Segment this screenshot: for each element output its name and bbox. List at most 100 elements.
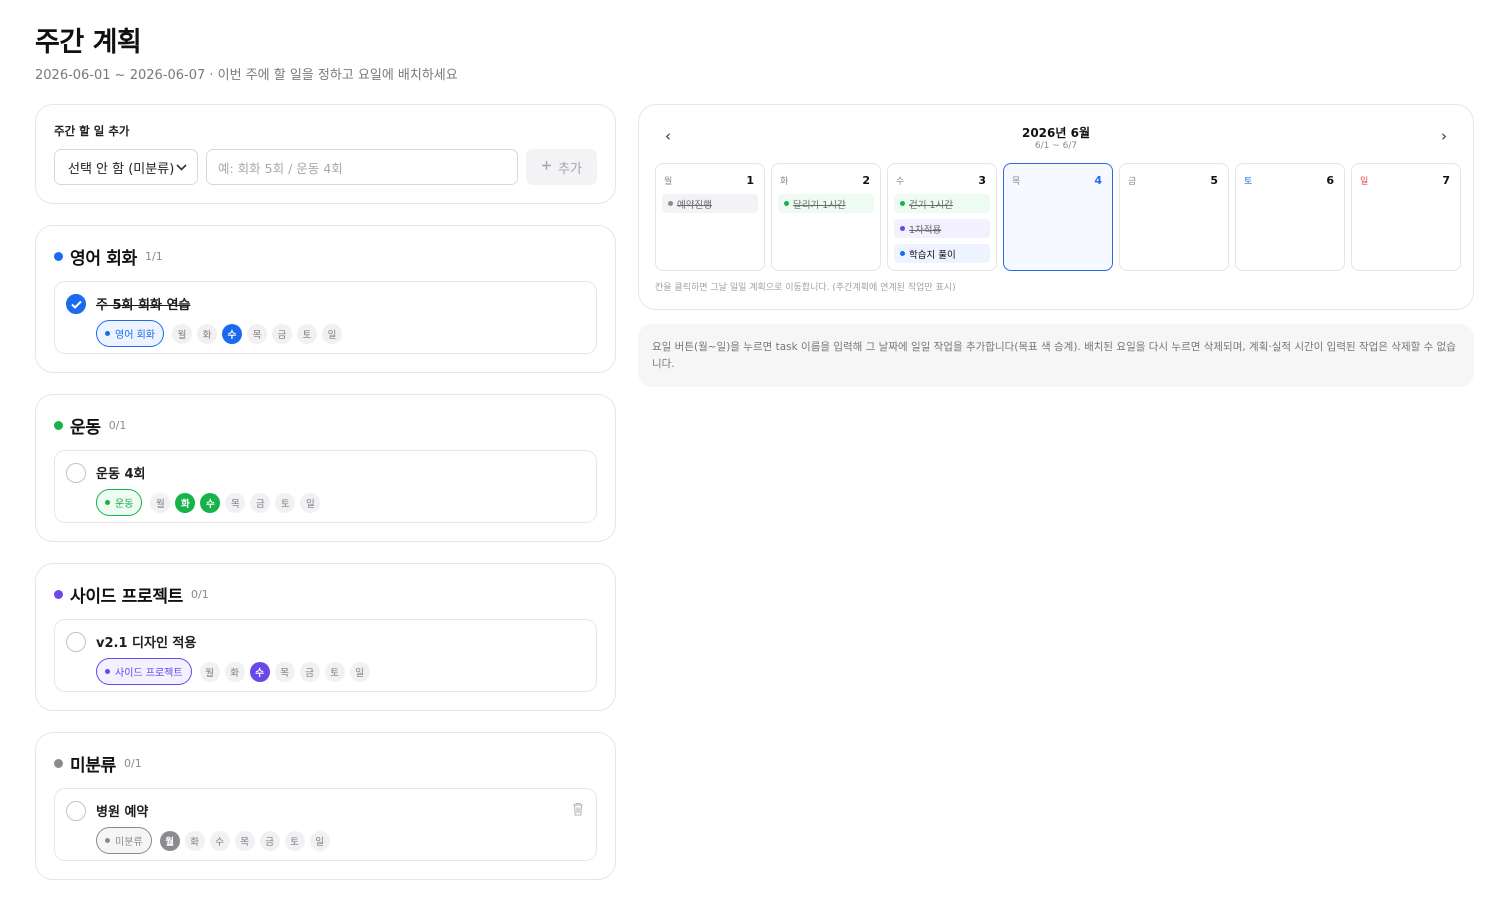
day-header: 금5	[1126, 172, 1222, 188]
day-header: 토6	[1242, 172, 1338, 188]
weekday-button[interactable]: 일	[349, 661, 370, 682]
goal-color-dot	[54, 589, 63, 599]
day-header: 화2	[778, 172, 874, 188]
goal-select-value: 선택 안 함 (미분류)	[68, 161, 175, 177]
weekday-button[interactable]: 월	[199, 661, 220, 682]
day-date: 3	[978, 173, 986, 187]
task-color-dot	[900, 226, 905, 231]
weekday-button[interactable]: 화	[184, 830, 205, 851]
calendar-task-chip[interactable]: 걷기 1시간	[894, 194, 990, 213]
calendar-day-cell[interactable]: 수 3 걷기 1시간 1차적용학습지 풀이	[887, 163, 997, 271]
goal-name: 미분류	[70, 755, 117, 776]
goal-tag-dot	[105, 669, 110, 674]
weekday-button[interactable]: 목	[225, 492, 246, 513]
goal-tag: 영어 회화	[96, 320, 164, 347]
task-item: v2.1 디자인 적용사이드 프로젝트 월 화 수 목 금 토 일	[54, 619, 597, 692]
weekday-button[interactable]: 월	[159, 830, 180, 851]
task-name: v2.1 디자인 적용	[96, 635, 197, 651]
day-of-week: 목	[1012, 176, 1021, 187]
weekday-button[interactable]: 금	[299, 661, 320, 682]
add-task-button[interactable]: 추가	[526, 149, 597, 185]
task-item: 병원 예약미분류 월 화 수 목 금 토 일	[54, 788, 597, 861]
calendar-day-cell[interactable]: 일7	[1351, 163, 1461, 271]
goal-card: 미분류 0/1 병원 예약 미분류 월 화 수 목 금 토 일	[35, 732, 616, 880]
calendar-task-label: 달리기 1시간	[793, 199, 846, 211]
calendar-day-grid: 월 1 예약진행 화 2 달리기 1시간 수 3 걷기 1시간 1차적용 학습지 풀이 목 4 금 5 토 6 일…	[655, 163, 1461, 271]
calendar-day-cell[interactable]: 목4	[1003, 163, 1113, 271]
calendar-day-cell[interactable]: 월 1 예약진행	[655, 163, 765, 271]
calendar-task-label: 걷기 1시간	[909, 199, 954, 211]
weekday-button[interactable]: 수	[209, 830, 230, 851]
calendar-week-range: 6/1 ~ 6/7	[1034, 141, 1078, 151]
task-row: 주 5회 회화 연습	[66, 292, 586, 314]
goal-color-dot	[54, 251, 63, 261]
task-row: v2.1 디자인 적용	[66, 630, 586, 652]
calendar-task-chip[interactable]: 달리기 1시간	[778, 194, 874, 213]
task-checkbox[interactable]	[66, 294, 86, 314]
task-day-selector: 사이드 프로젝트 월 화 수 목 금 토 일	[96, 658, 586, 685]
calendar-day-cell[interactable]: 토6	[1235, 163, 1345, 271]
trash-icon[interactable]	[572, 801, 584, 816]
weekday-button[interactable]: 수	[200, 492, 221, 513]
task-name-input[interactable]: 예: 회화 5회 / 운동 4회	[206, 149, 518, 185]
weekday-button[interactable]: 토	[275, 492, 296, 513]
goal-card: 사이드 프로젝트 0/1 v2.1 디자인 적용 사이드 프로젝트 월 화 수 목 금 토 일	[35, 563, 616, 711]
goal-progress-count: 0/1	[108, 418, 127, 432]
weekday-button[interactable]: 화	[224, 661, 245, 682]
task-color-dot	[900, 251, 905, 256]
weekday-button[interactable]: 토	[296, 323, 317, 344]
weekday-button[interactable]: 월	[150, 492, 171, 513]
task-checkbox[interactable]	[66, 463, 86, 483]
weekday-button[interactable]: 목	[234, 830, 255, 851]
weekday-button[interactable]: 일	[321, 323, 342, 344]
weekday-button[interactable]: 일	[300, 492, 321, 513]
info-text: 요일 버튼(월~일)을 누르면 task 이름을 입력해 그 날짜에 일일 작업…	[652, 341, 1456, 370]
weekday-button[interactable]: 금	[271, 323, 292, 344]
goal-list: 영어 회화 1/1 주 5회 회화 연습 영어 회화 월 화 수 목 금 토 일 운동 0/1 운동 4회…	[35, 225, 616, 880]
day-of-week: 월	[664, 176, 673, 187]
day-date: 2	[862, 173, 870, 187]
goal-tag-label: 운동	[115, 499, 134, 510]
task-checkbox[interactable]	[66, 801, 86, 821]
goal-header: 사이드 프로젝트 0/1	[54, 582, 597, 607]
day-of-week: 화	[780, 176, 789, 187]
goal-progress-count: 0/1	[191, 587, 209, 601]
weekday-button[interactable]: 금	[259, 830, 280, 851]
task-name: 주 5회 회화 연습	[96, 297, 191, 313]
calendar-task-label: 학습지 풀이	[909, 249, 956, 261]
task-checkbox[interactable]	[66, 632, 86, 652]
calendar-task-chip[interactable]: 예약진행	[662, 194, 758, 213]
weekday-button[interactable]: 목	[246, 323, 267, 344]
weekday-button[interactable]: 화	[175, 492, 196, 513]
weekday-button[interactable]: 수	[221, 323, 242, 344]
weekday-button[interactable]: 일	[309, 830, 330, 851]
goal-name: 영어 회화	[70, 248, 137, 269]
weekday-button[interactable]: 수	[249, 661, 270, 682]
calendar-day-cell[interactable]: 금5	[1119, 163, 1229, 271]
goal-header: 운동 0/1	[54, 413, 597, 438]
day-date: 7	[1442, 173, 1450, 187]
calendar-task-chip[interactable]: 1차적용	[894, 219, 990, 238]
weekday-button[interactable]: 화	[196, 323, 217, 344]
next-week-button[interactable]: ›	[1441, 127, 1447, 145]
task-color-dot	[668, 201, 673, 206]
task-row: 운동 4회	[66, 461, 586, 483]
weekday-button[interactable]: 토	[324, 661, 345, 682]
day-header: 수3	[894, 172, 990, 188]
weekday-button[interactable]: 토	[284, 830, 305, 851]
task-day-selector: 미분류 월 화 수 목 금 토 일	[96, 827, 586, 854]
goal-select[interactable]: 선택 안 함 (미분류)	[54, 149, 198, 185]
goal-tag: 사이드 프로젝트	[96, 658, 192, 685]
calendar-task-chip[interactable]: 학습지 풀이	[894, 244, 990, 263]
calendar-day-cell[interactable]: 화 2 달리기 1시간	[771, 163, 881, 271]
weekday-button[interactable]: 월	[171, 323, 192, 344]
task-name: 병원 예약	[96, 804, 149, 820]
info-box: 요일 버튼(월~일)을 누르면 task 이름을 입력해 그 날짜에 일일 작업…	[638, 324, 1474, 387]
goal-tag: 미분류	[96, 827, 152, 854]
weekday-button[interactable]: 금	[250, 492, 271, 513]
weekday-button[interactable]: 목	[274, 661, 295, 682]
goal-tag-label: 미분류	[115, 837, 143, 848]
task-item: 운동 4회운동 월 화 수 목 금 토 일	[54, 450, 597, 523]
goal-progress-count: 1/1	[144, 249, 163, 263]
week-calendar: ‹ 2026년 6월 6/1 ~ 6/7 › 월 1 예약진행 화 2 달리기 1시간 수 3…	[638, 104, 1474, 310]
